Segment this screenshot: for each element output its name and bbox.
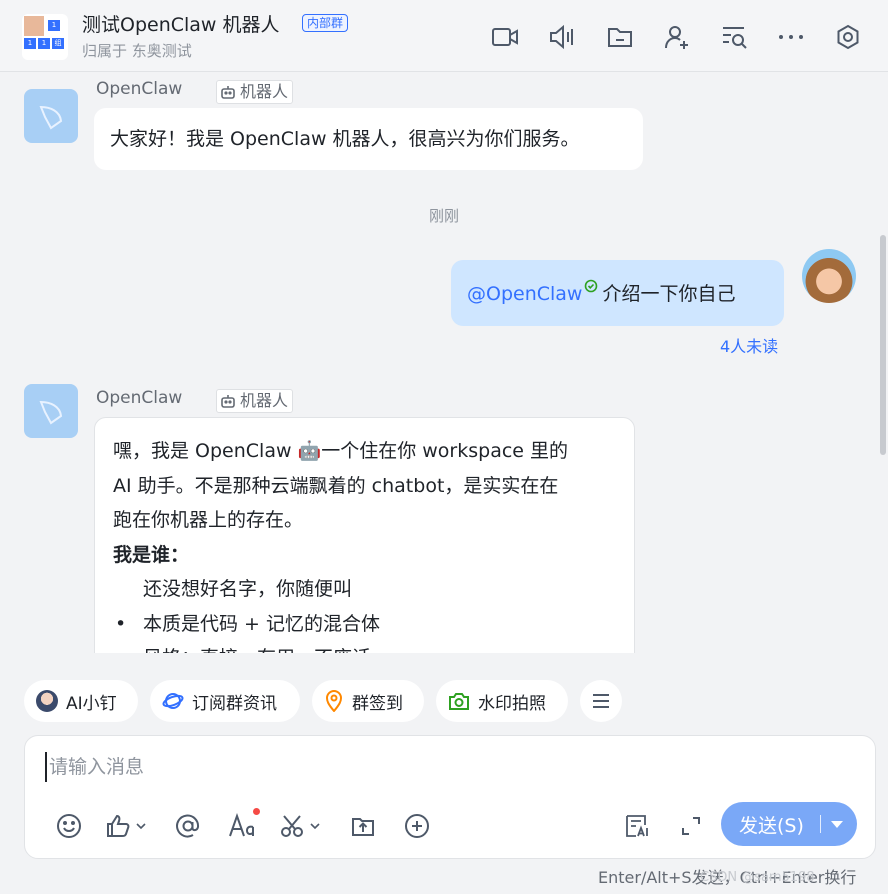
mention-at-icon[interactable] — [172, 810, 204, 842]
reply-heading: 我是谁： — [113, 543, 190, 566]
message-composer: 发送(S) — [24, 735, 876, 859]
group-avatar[interactable]: 1 1 1 组 — [22, 14, 68, 60]
unread-count[interactable]: 4人未读 — [720, 333, 778, 357]
sender-name[interactable]: OpenClaw — [96, 79, 182, 99]
camera-icon — [449, 693, 469, 710]
sender-name[interactable]: OpenClaw — [96, 388, 182, 408]
ai-assistant-icon — [36, 690, 58, 712]
avatar-cell: 组 — [52, 38, 64, 49]
upload-file-icon[interactable] — [347, 810, 379, 842]
reply-bullet: 风格：直接、有用、不废话 — [113, 641, 616, 653]
message-input[interactable] — [45, 752, 825, 782]
internal-group-badge: 内部群 — [302, 14, 349, 32]
quick-actions-menu-button[interactable] — [580, 680, 622, 722]
user-avatar[interactable] — [802, 249, 856, 303]
new-feature-dot — [253, 808, 260, 815]
watermark-text: CSDN @sam5198 — [700, 870, 815, 885]
my-message-text: 介绍一下你自己 — [602, 283, 736, 305]
robot-icon — [221, 395, 235, 408]
subscribe-news-label: 订阅群资讯 — [192, 693, 277, 714]
add-more-plus-icon[interactable] — [401, 810, 433, 842]
ai-assistant-label: AI小钉 — [66, 693, 117, 714]
add-member-icon[interactable] — [662, 22, 692, 52]
location-pin-icon — [325, 690, 343, 712]
search-messages-icon[interactable] — [719, 22, 749, 52]
group-checkin-button[interactable]: 群签到 — [312, 680, 424, 722]
bot-badge: 机器人 — [216, 80, 294, 104]
robot-icon — [221, 86, 235, 99]
avatar-photo — [24, 16, 44, 36]
expand-composer-icon[interactable] — [675, 810, 707, 842]
message-bubble[interactable]: 大家好！我是 OpenClaw 机器人，很高兴为你们服务。 — [94, 108, 643, 170]
bot-badge-label: 机器人 — [240, 391, 289, 410]
group-owner-label: 归属于 东奥测试 — [82, 42, 192, 60]
watermark-photo-label: 水印拍照 — [478, 693, 546, 714]
bot-avatar[interactable] — [24, 89, 78, 143]
send-options-caret-icon[interactable] — [830, 820, 843, 828]
avatar-cell: 1 — [48, 20, 60, 31]
voice-call-icon[interactable] — [547, 22, 577, 52]
avatar-cell: 1 — [38, 38, 50, 49]
hamburger-menu-icon — [593, 694, 609, 708]
chat-scrollbar[interactable] — [880, 235, 886, 455]
mention-openclaw[interactable]: @OpenClaw — [467, 283, 582, 305]
more-icon[interactable] — [776, 22, 806, 52]
send-button[interactable]: 发送(S) — [721, 802, 857, 846]
watermark-photo-button[interactable]: 水印拍照 — [436, 680, 568, 722]
time-divider: 刚刚 — [428, 207, 459, 225]
chat-header: 1 1 1 组 测试OpenClaw 机器人 内部群 归属于 东奥测试 — [0, 0, 888, 72]
emoji-icon[interactable] — [53, 810, 85, 842]
reply-line: 嘿，我是 OpenClaw 🤖一个住在你 workspace 里的 — [113, 440, 569, 462]
mention-read-check-icon — [585, 279, 598, 293]
ai-summary-icon[interactable] — [622, 810, 654, 842]
bot-badge: 机器人 — [216, 389, 294, 413]
text-format-icon[interactable] — [227, 810, 259, 842]
ai-assistant-button[interactable]: AI小钉 — [24, 680, 138, 722]
message-list[interactable]: OpenClaw 机器人 大家好！我是 OpenClaw 机器人，很高兴为你们服… — [0, 73, 888, 653]
reply-item: 还没想好名字，你随便叫 — [143, 578, 353, 600]
group-title[interactable]: 测试OpenClaw 机器人 — [82, 10, 280, 37]
subscribe-news-button[interactable]: 订阅群资讯 — [150, 680, 300, 722]
subscribe-planet-icon — [162, 693, 184, 709]
reply-line: AI 助手。不是那种云端飘着的 chatbot，是实实在在 — [113, 474, 559, 497]
chevron-down-icon — [136, 823, 146, 830]
group-checkin-label: 群签到 — [352, 693, 403, 714]
my-message-bubble[interactable]: @OpenClaw 介绍一下你自己 — [451, 260, 784, 326]
send-divider — [819, 815, 821, 833]
bot-avatar[interactable] — [24, 384, 78, 438]
avatar-cell: 1 — [24, 38, 36, 49]
settings-gear-icon[interactable] — [833, 22, 863, 52]
bot-badge-label: 机器人 — [240, 82, 289, 101]
send-button-label: 发送(S) — [739, 814, 804, 837]
folder-icon[interactable] — [605, 22, 635, 52]
chevron-down-icon — [310, 823, 320, 830]
screenshot-scissors-icon[interactable] — [279, 810, 331, 842]
reply-bullet: 本质是代码 + 记忆的混合体 — [113, 607, 616, 642]
thumbs-up-icon[interactable] — [105, 810, 155, 842]
reply-bubble[interactable]: 嘿，我是 OpenClaw 🤖一个住在你 workspace 里的 AI 助手。… — [94, 417, 635, 653]
reply-line: 跑在你机器上的存在。 — [113, 509, 304, 531]
video-call-icon[interactable] — [490, 22, 520, 52]
